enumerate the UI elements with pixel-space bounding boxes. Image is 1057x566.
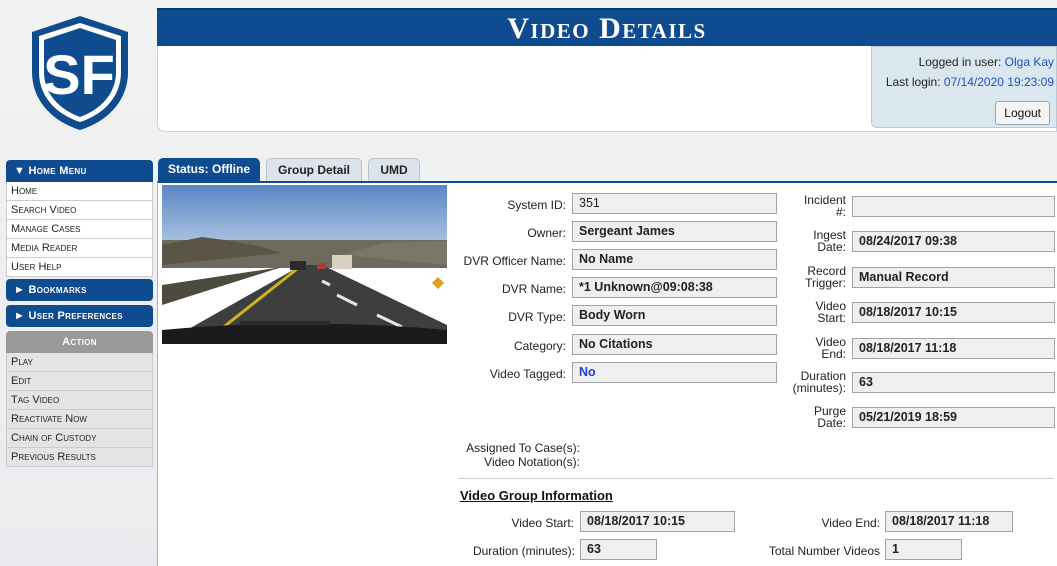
total-number-videos-field: 1: [885, 539, 962, 560]
incident-field: [852, 196, 1055, 217]
tab-status-offline[interactable]: Status: Offline: [158, 158, 260, 182]
dvr-officer-name-field: No Name: [572, 249, 777, 270]
group-duration-field: 63: [580, 539, 657, 560]
dvr-officer-name-label: DVR Officer Name:: [463, 254, 566, 268]
video-end-label: Video End:: [815, 335, 846, 361]
dvr-type-label: DVR Type:: [508, 310, 566, 324]
video-tagged-field: No: [572, 362, 777, 383]
purge-date-field: 05/21/2019 18:59: [852, 407, 1055, 428]
action-tag-video[interactable]: Tag Video: [6, 391, 153, 410]
owner-label: Owner:: [527, 226, 566, 240]
action-reactivate-now[interactable]: Reactivate Now: [6, 410, 153, 429]
page-title-bar: Video Details: [157, 8, 1057, 46]
bookmarks-header[interactable]: ► Bookmarks: [6, 279, 153, 301]
sidebar-item-search-video[interactable]: Search Video: [6, 201, 153, 220]
last-login-value: 07/14/2020 19:23:09: [943, 75, 1054, 89]
video-end-field: 08/18/2017 11:18: [852, 338, 1055, 359]
ingest-date-field: 08/24/2017 09:38: [852, 231, 1055, 252]
sidebar: ▼ Home Menu Home Search Video Manage Cas…: [6, 160, 153, 467]
svg-text:SF: SF: [43, 43, 115, 106]
logged-in-user-name: Olga Kay: [1004, 55, 1054, 69]
video-tagged-label: Video Tagged:: [489, 367, 566, 381]
last-login-label: Last login:: [885, 75, 941, 89]
page-title: Video Details: [507, 12, 707, 45]
home-menu-header[interactable]: ▼ Home Menu: [6, 160, 153, 182]
video-thumbnail[interactable]: [162, 185, 447, 344]
incident-label: Incident #:: [803, 193, 846, 219]
group-video-end-field: 08/18/2017 11:18: [885, 511, 1013, 532]
sidebar-item-media-reader[interactable]: Media Reader: [6, 239, 153, 258]
sidebar-item-user-help[interactable]: User Help: [6, 258, 153, 277]
total-number-videos-label: Total Number Videos: [768, 544, 880, 558]
dvr-name-label: DVR Name:: [501, 282, 566, 296]
video-notation-label: Video Notation(s):: [484, 455, 580, 469]
logout-button[interactable]: Logout: [995, 101, 1050, 125]
record-trigger-label: Record Trigger:: [805, 264, 846, 290]
sf-shield-logo: SF: [32, 16, 128, 130]
group-video-start-field: 08/18/2017 10:15: [580, 511, 735, 532]
video-start-label: Video Start:: [815, 299, 846, 325]
dvr-name-field: *1 Unknown@09:08:38: [572, 277, 777, 298]
tab-umd[interactable]: UMD: [368, 158, 420, 182]
duration-field: 63: [852, 372, 1055, 393]
system-id-field: 351: [572, 193, 777, 214]
login-info-box: Logged in user: Olga Kay Last login: 07/…: [871, 46, 1057, 128]
category-field: No Citations: [572, 334, 777, 355]
logged-in-user-label: Logged in user:: [918, 55, 1002, 69]
dvr-type-field: Body Worn: [572, 305, 777, 326]
group-duration-label: Duration (minutes):: [472, 544, 575, 558]
owner-field: Sergeant James: [572, 221, 777, 242]
category-label: Category:: [513, 339, 566, 353]
sidebar-item-home[interactable]: Home: [6, 182, 153, 201]
user-preferences-header[interactable]: ► User Preferences: [6, 305, 153, 327]
record-trigger-field: Manual Record: [852, 267, 1055, 288]
system-id-label: System ID:: [507, 198, 566, 212]
assigned-to-case-label: Assigned To Case(s):: [466, 441, 580, 455]
action-chain-of-custody[interactable]: Chain of Custody: [6, 429, 153, 448]
video-start-field: 08/18/2017 10:15: [852, 302, 1055, 323]
video-group-info-title: Video Group Information: [460, 488, 613, 503]
purge-date-label: Purge Date:: [813, 404, 846, 430]
group-video-end-label: Video End:: [821, 516, 881, 530]
action-play[interactable]: Play: [6, 353, 153, 372]
action-previous-results[interactable]: Previous Results: [6, 448, 153, 467]
action-edit[interactable]: Edit: [6, 372, 153, 391]
ingest-date-label: Ingest Date:: [813, 228, 846, 254]
duration-label: Duration (minutes):: [792, 369, 846, 395]
action-header: Action: [6, 331, 153, 353]
group-video-start-label: Video Start:: [511, 516, 574, 530]
tab-group-detail[interactable]: Group Detail: [266, 158, 362, 182]
section-divider: [458, 478, 1054, 479]
sidebar-item-manage-cases[interactable]: Manage Cases: [6, 220, 153, 239]
